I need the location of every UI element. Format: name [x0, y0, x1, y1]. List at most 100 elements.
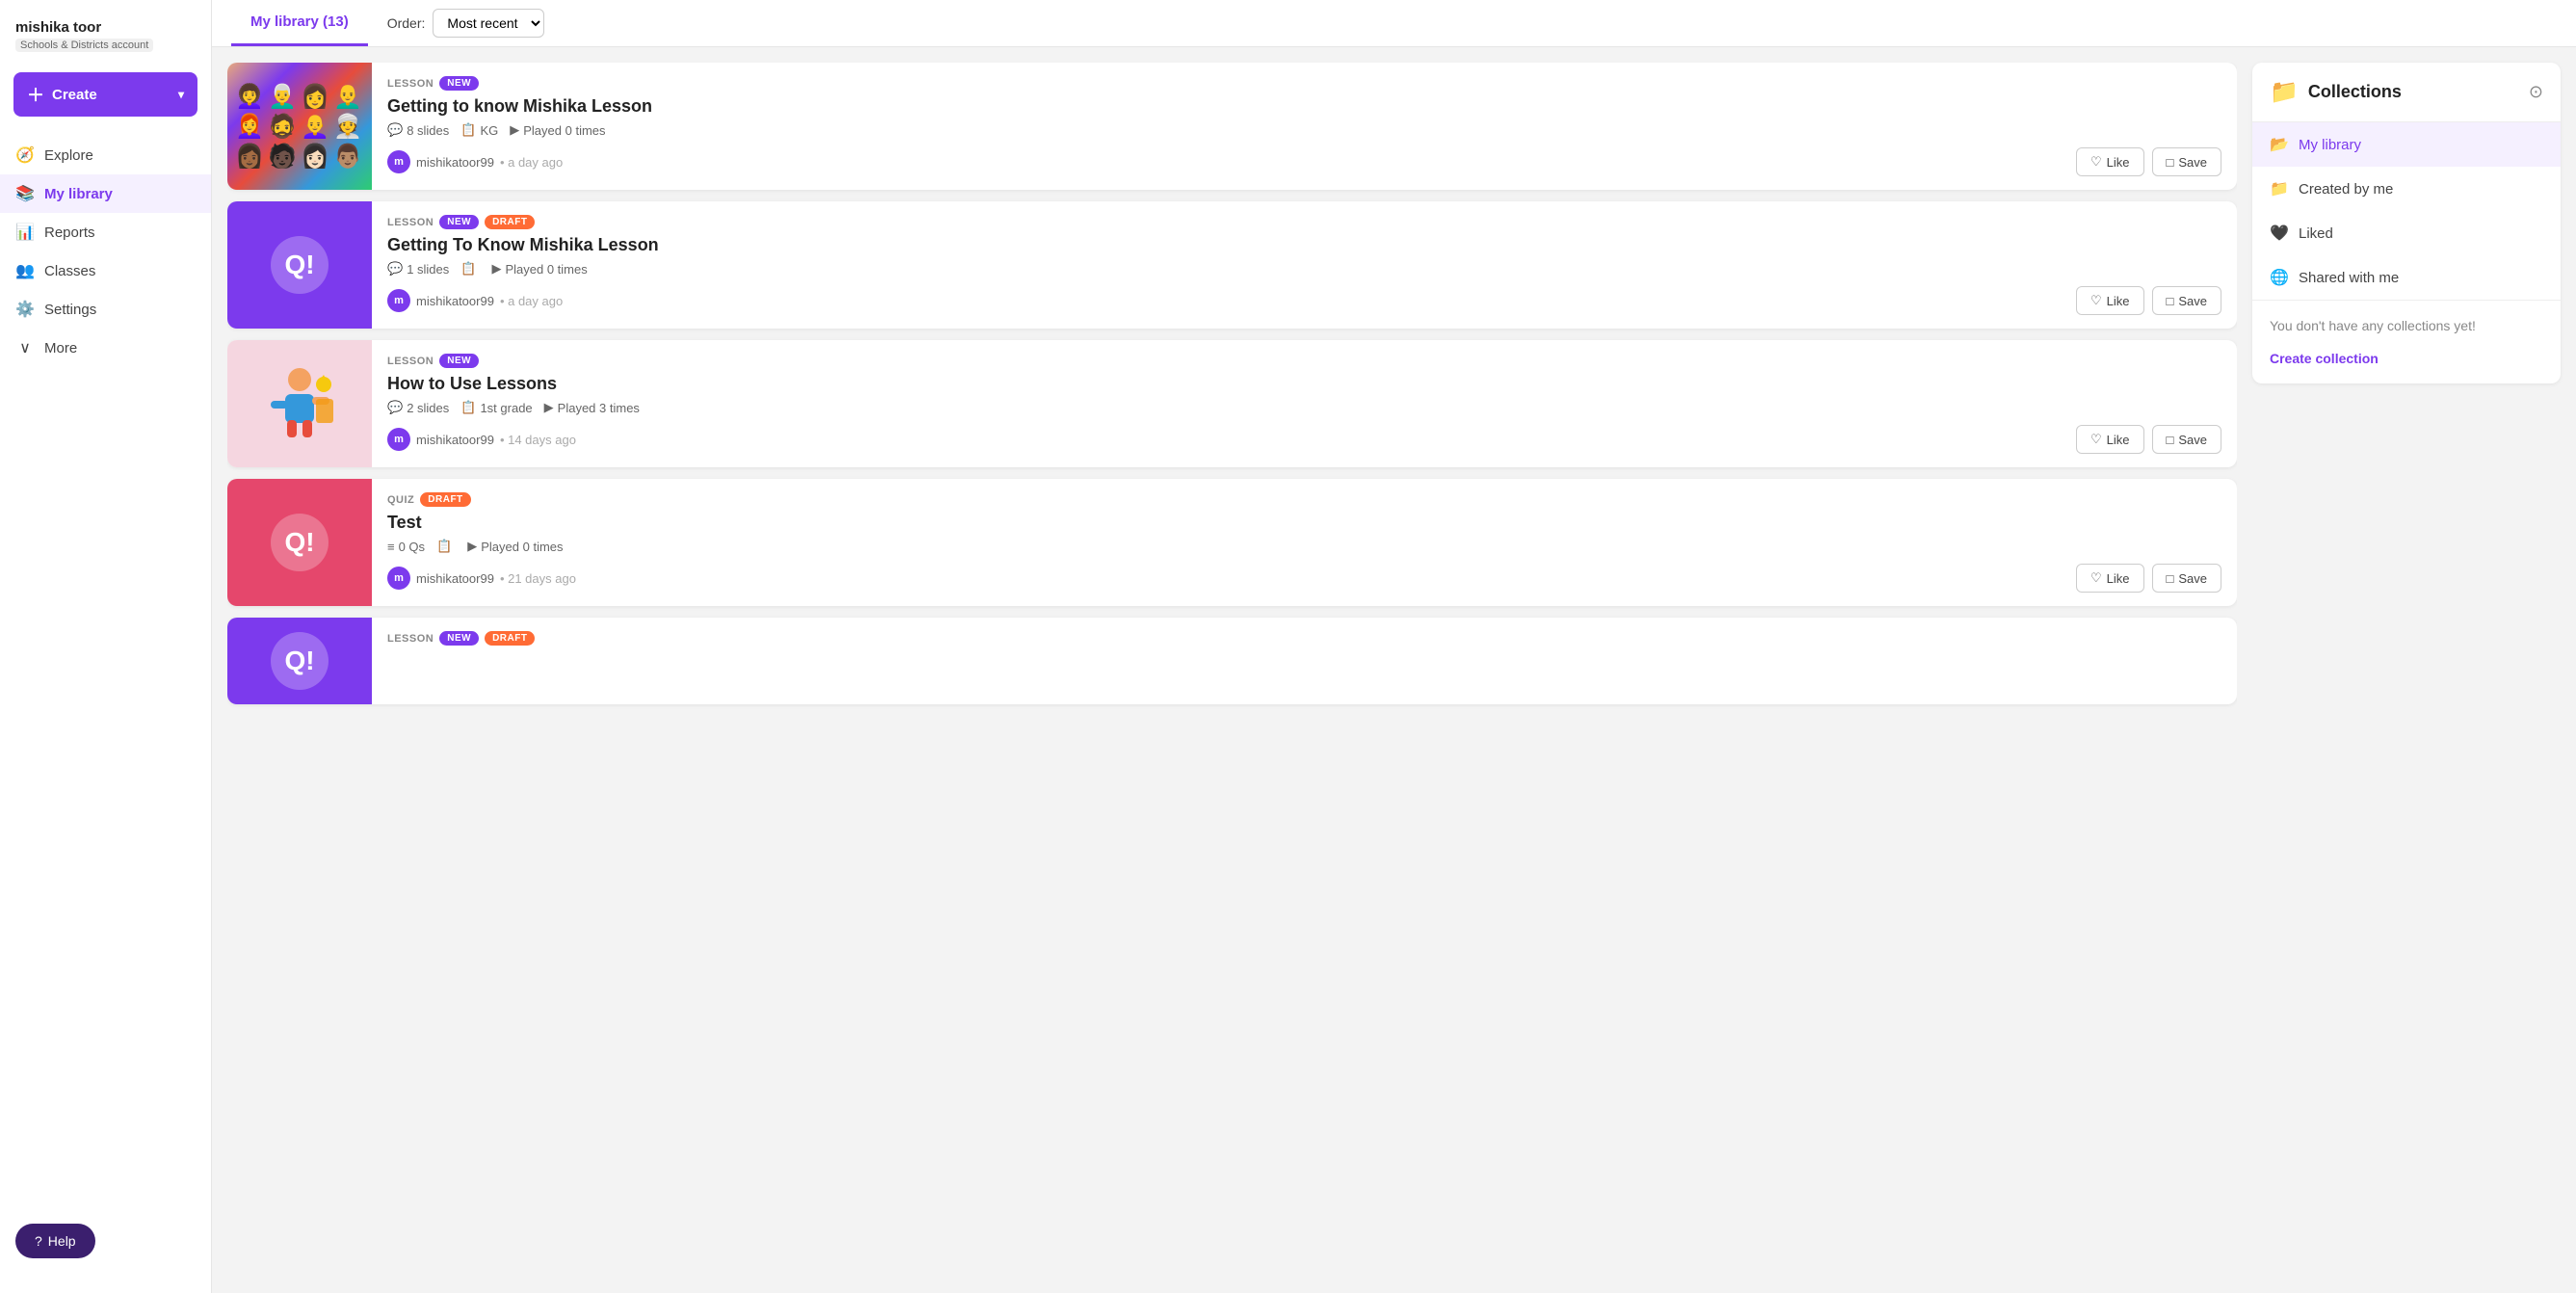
lesson-card: Q! LESSON NEWDRAFT — [227, 618, 2237, 704]
user-role: Schools & Districts account — [15, 39, 153, 52]
like-label: Like — [2107, 433, 2130, 447]
sidebar-bottom: ? Help — [0, 1208, 211, 1274]
save-icon: □ — [2167, 294, 2174, 308]
save-icon: □ — [2167, 155, 2174, 170]
collection-nav-created-by-me[interactable]: 📁 Created by me — [2252, 167, 2561, 211]
lesson-footer: m mishikatoor99 • 14 days ago ♡ Like □ S… — [387, 425, 2221, 454]
save-label: Save — [2178, 155, 2207, 170]
like-button[interactable]: ♡ Like — [2076, 425, 2144, 454]
lesson-type: QUIZ — [387, 494, 414, 506]
create-collection-link[interactable]: Create collection — [2252, 351, 2561, 383]
collection-nav-shared-with-me[interactable]: 🌐 Shared with me — [2252, 255, 2561, 300]
lesson-meta: 💬 8 slides 📋 KG ▶ Played 0 times — [387, 122, 2221, 138]
badge-new: NEW — [439, 76, 479, 91]
my-library-coll-icon: 📂 — [2270, 135, 2289, 154]
meta-text: 1st grade — [480, 401, 532, 415]
meta-item: ▶ Played 0 times — [467, 539, 563, 554]
author-avatar: m — [387, 567, 410, 590]
lesson-thumbnail: Q! — [227, 618, 372, 704]
like-button[interactable]: ♡ Like — [2076, 286, 2144, 315]
author-avatar: m — [387, 428, 410, 451]
more-icon: ∨ — [15, 338, 35, 357]
author-name: mishikatoor99 — [416, 571, 494, 586]
lesson-thumb-purple: Q! — [227, 201, 372, 329]
author-time: • 14 days ago — [500, 433, 576, 447]
dropdown-arrow-icon: ▾ — [178, 88, 184, 101]
author-avatar: m — [387, 150, 410, 173]
sidebar-item-more[interactable]: ∨ More — [0, 329, 211, 367]
lesson-type-row: LESSON NEW — [387, 354, 2221, 368]
lesson-actions: ♡ Like □ Save — [2076, 425, 2221, 454]
author-time: • a day ago — [500, 155, 563, 170]
collections-chevron-button[interactable]: ⊙ — [2529, 82, 2543, 102]
lesson-card: LESSON NEW How to Use Lessons 💬 2 slides… — [227, 340, 2237, 467]
sidebar-item-explore[interactable]: 🧭 Explore — [0, 136, 211, 174]
meta-icon: 💬 — [387, 261, 403, 277]
lesson-body: QUIZ DRAFT Test ≡ 0 Qs 📋 ▶ Played 0 time… — [372, 479, 2237, 606]
lesson-thumbnail: 👩‍🦱👨‍🦳👩👨‍🦲 👩‍🦰🧔👩‍🦲👳 👩🏾🧑🏿👩🏻👨🏽 — [227, 63, 372, 190]
badge-new: NEW — [439, 215, 479, 229]
user-name: mishika toor — [15, 19, 196, 36]
meta-item: ≡ 0 Qs — [387, 540, 425, 554]
sidebar-label-my-library: My library — [44, 186, 113, 202]
like-button[interactable]: ♡ Like — [2076, 564, 2144, 593]
meta-icon: 💬 — [387, 400, 403, 415]
plus-icon: ＋ — [27, 82, 44, 107]
collection-label-liked: Liked — [2299, 225, 2333, 242]
author-avatar: m — [387, 289, 410, 312]
sidebar-label-more: More — [44, 340, 77, 356]
order-select[interactable]: Most recent Oldest A-Z Z-A — [433, 9, 544, 38]
sidebar-item-classes[interactable]: 👥 Classes — [0, 251, 211, 290]
created-by-me-coll-icon: 📁 — [2270, 179, 2289, 198]
meta-text: Played 0 times — [523, 123, 605, 138]
lesson-title: Getting To Know Mishika Lesson — [387, 235, 2221, 255]
meta-text: Played 3 times — [558, 401, 640, 415]
sidebar-item-reports[interactable]: 📊 Reports — [0, 213, 211, 251]
lesson-thumb-last: Q! — [227, 618, 372, 704]
no-collections-message: You don't have any collections yet! — [2252, 301, 2561, 351]
sidebar-label-classes: Classes — [44, 263, 95, 279]
tab-my-library[interactable]: My library (13) — [231, 0, 368, 46]
create-button[interactable]: ＋ Create ▾ — [13, 72, 197, 117]
lesson-title: How to Use Lessons — [387, 374, 2221, 394]
last-icon: Q! — [271, 632, 329, 690]
save-button[interactable]: □ Save — [2152, 147, 2222, 176]
save-button[interactable]: □ Save — [2152, 564, 2222, 593]
save-label: Save — [2178, 294, 2207, 308]
like-label: Like — [2107, 155, 2130, 170]
content-area: 👩‍🦱👨‍🦳👩👨‍🦲 👩‍🦰🧔👩‍🦲👳 👩🏾🧑🏿👩🏻👨🏽 LESSON NEW … — [212, 47, 2576, 1293]
like-button[interactable]: ♡ Like — [2076, 147, 2144, 176]
lesson-actions: ♡ Like □ Save — [2076, 564, 2221, 593]
collection-nav-liked[interactable]: 🖤 Liked — [2252, 211, 2561, 255]
save-icon: □ — [2167, 433, 2174, 447]
meta-item: 💬 8 slides — [387, 122, 449, 138]
lesson-meta: ≡ 0 Qs 📋 ▶ Played 0 times — [387, 539, 2221, 554]
lesson-card: Q! QUIZ DRAFT Test ≡ 0 Qs 📋 ▶ Played 0 t… — [227, 479, 2237, 606]
lesson-author: m mishikatoor99 • a day ago — [387, 289, 563, 312]
lesson-type-row: LESSON NEWDRAFT — [387, 215, 2221, 229]
heart-icon: ♡ — [2090, 293, 2102, 308]
meta-item: 📋 1st grade — [460, 400, 532, 415]
save-button[interactable]: □ Save — [2152, 425, 2222, 454]
save-icon: □ — [2167, 571, 2174, 586]
lesson-type: LESSON — [387, 633, 434, 645]
meta-icon: ▶ — [544, 400, 554, 415]
sidebar-label-reports: Reports — [44, 224, 95, 241]
lesson-actions: ♡ Like □ Save — [2076, 286, 2221, 315]
collections-nav: 📂 My library📁 Created by me🖤 Liked🌐 Shar… — [2252, 122, 2561, 300]
meta-item: ▶ Played 0 times — [491, 261, 587, 277]
lesson-type: LESSON — [387, 78, 434, 90]
meta-text: 8 slides — [407, 123, 449, 138]
sidebar-item-my-library[interactable]: 📚 My library — [0, 174, 211, 213]
lesson-author: m mishikatoor99 • a day ago — [387, 150, 563, 173]
meta-text: 0 Qs — [399, 540, 425, 554]
lesson-footer: m mishikatoor99 • 21 days ago ♡ Like □ S… — [387, 564, 2221, 593]
lesson-thumb-pink: Q! — [227, 479, 372, 606]
sidebar-item-settings[interactable]: ⚙️ Settings — [0, 290, 211, 329]
save-button[interactable]: □ Save — [2152, 286, 2222, 315]
meta-icon: 📋 — [460, 122, 476, 138]
collection-nav-my-library[interactable]: 📂 My library — [2252, 122, 2561, 167]
like-label: Like — [2107, 294, 2130, 308]
lesson-card: 👩‍🦱👨‍🦳👩👨‍🦲 👩‍🦰🧔👩‍🦲👳 👩🏾🧑🏿👩🏻👨🏽 LESSON NEW … — [227, 63, 2237, 190]
help-button[interactable]: ? Help — [15, 1224, 95, 1258]
